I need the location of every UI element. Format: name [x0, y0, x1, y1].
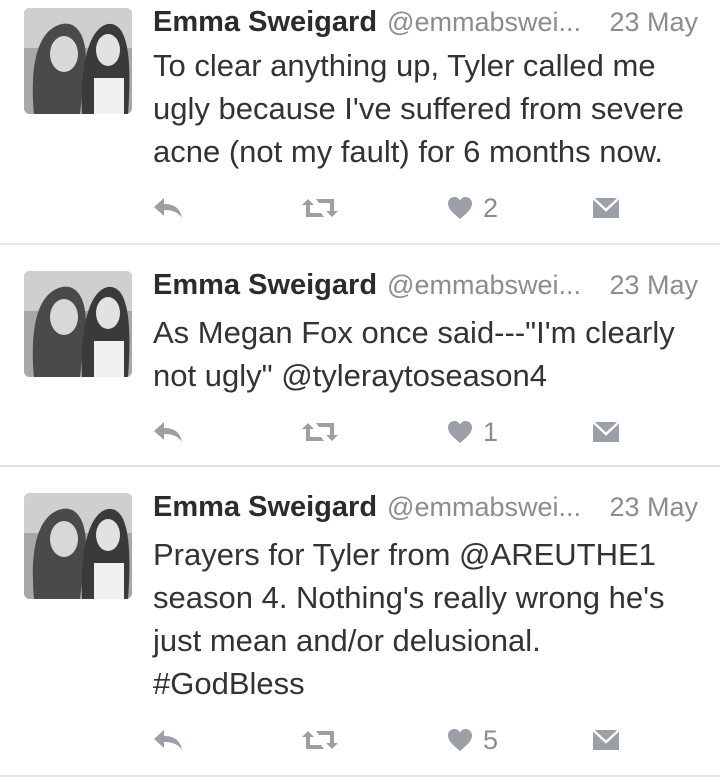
tweet-actions: 5 — [0, 720, 720, 760]
avatar[interactable] — [24, 271, 132, 377]
heart-icon — [448, 421, 472, 443]
heart-icon — [448, 729, 472, 751]
tweet-text: To clear anything up, Tyler called me ug… — [153, 48, 684, 169]
direct-message-button[interactable] — [592, 188, 620, 228]
like-button[interactable]: 2 — [447, 188, 498, 228]
reply-icon — [154, 422, 182, 442]
tweet[interactable]: Emma Sweigard @emmabswei... 23 May As Me… — [0, 245, 720, 467]
reply-button[interactable] — [152, 720, 184, 760]
tweet-text: Prayers for Tyler from @AREUTHE1 season … — [153, 537, 665, 701]
author-handle[interactable]: @emmabswei... — [387, 492, 581, 523]
tweet[interactable]: Emma Sweigard @emmabswei... 23 May To cl… — [0, 0, 720, 245]
author-handle[interactable]: @emmabswei... — [387, 7, 581, 38]
avatar[interactable] — [24, 8, 132, 114]
direct-message-button[interactable] — [592, 720, 620, 760]
envelope-icon — [592, 729, 620, 750]
author-name[interactable]: Emma Sweigard — [153, 491, 377, 524]
like-button[interactable]: 5 — [447, 720, 498, 760]
tweet-actions: 2 — [0, 188, 720, 228]
reply-icon — [154, 198, 182, 218]
envelope-icon — [592, 421, 620, 442]
reply-button[interactable] — [152, 188, 184, 228]
reply-icon — [154, 730, 182, 750]
like-count: 1 — [483, 416, 499, 447]
like-count: 2 — [483, 192, 499, 223]
tweet-date: 23 May — [609, 492, 698, 522]
like-button[interactable]: 1 — [447, 412, 498, 452]
retweet-icon — [302, 731, 338, 749]
envelope-icon — [592, 197, 620, 218]
retweet-button[interactable] — [301, 412, 339, 452]
tweet-actions: 1 — [0, 412, 720, 452]
tweet[interactable]: Emma Sweigard @emmabswei... 23 May Praye… — [0, 467, 720, 777]
author-handle[interactable]: @emmabswei... — [387, 270, 581, 301]
avatar[interactable] — [24, 493, 132, 599]
author-name[interactable]: Emma Sweigard — [153, 6, 377, 39]
author-name[interactable]: Emma Sweigard — [153, 269, 377, 302]
tweet-text: As Megan Fox once said---"I'm clearly no… — [153, 315, 675, 393]
direct-message-button[interactable] — [592, 412, 620, 452]
tweet-date: 23 May — [609, 270, 698, 300]
retweet-icon — [302, 199, 338, 217]
tweet-date: 23 May — [609, 7, 698, 37]
retweet-button[interactable] — [301, 188, 339, 228]
retweet-button[interactable] — [301, 720, 339, 760]
heart-icon — [448, 197, 472, 219]
retweet-icon — [302, 423, 338, 441]
reply-button[interactable] — [152, 412, 184, 452]
like-count: 5 — [483, 724, 499, 755]
